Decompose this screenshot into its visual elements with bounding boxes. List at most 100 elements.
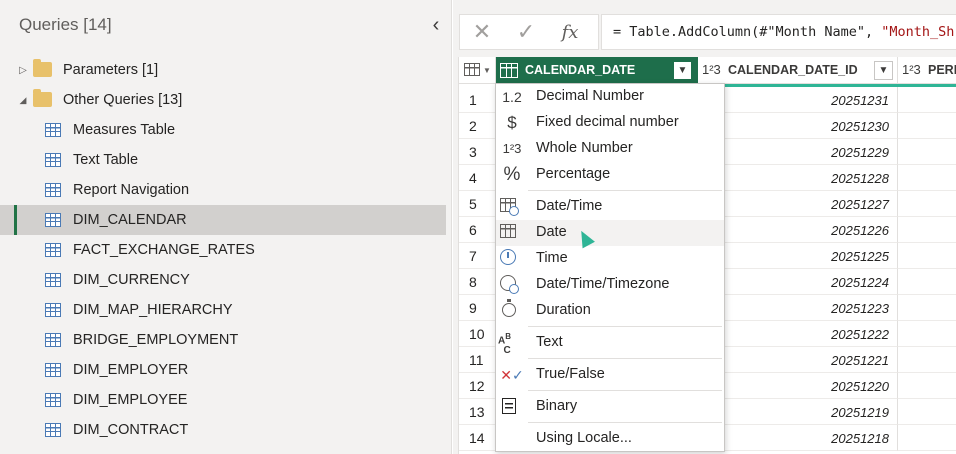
formula-input[interactable]: = Table.AddColumn(#"Month Name", "Month_… — [601, 14, 956, 50]
folder-label: Other Queries [13] — [63, 92, 183, 108]
query-item[interactable]: DIM_MAP_HIERARCHY — [0, 295, 446, 325]
menu-item-date-time[interactable]: Date/Time — [496, 194, 724, 220]
menu-item-label: Date/Time/Timezone — [536, 276, 670, 292]
query-label: Measures Table — [73, 122, 176, 138]
query-item[interactable]: DIM_EMPLOYEE — [0, 385, 446, 415]
menu-item-decimal-number[interactable]: 1.2 Decimal Number — [496, 84, 724, 110]
commit-icon[interactable]: ✓ — [504, 19, 548, 45]
period-cell[interactable] — [898, 243, 956, 269]
column-filter-button[interactable]: ▼ — [673, 61, 692, 80]
query-item[interactable]: BRIDGE_EMPLOYMENT — [0, 325, 446, 355]
menu-item-label: Date — [536, 224, 567, 240]
table-icon — [45, 333, 61, 347]
menu-divider — [528, 190, 722, 191]
row-number[interactable]: 1 — [459, 87, 496, 113]
calendar-date-id-cell: 20251227 — [831, 197, 889, 212]
folder-label: Parameters [1] — [63, 62, 159, 78]
folder-other-queries[interactable]: ◢ Other Queries [13] — [0, 85, 446, 115]
folder-icon — [33, 89, 52, 107]
column-name: PERI — [928, 63, 956, 77]
menu-item-label: Duration — [536, 302, 591, 318]
menu-item-date[interactable]: Date — [496, 220, 724, 246]
menu-item-fixed-decimal[interactable]: $ Fixed decimal number — [496, 110, 724, 136]
query-item[interactable]: DIM_CURRENCY — [0, 265, 446, 295]
row-number[interactable]: 10 — [459, 321, 496, 347]
menu-item-percentage[interactable]: % Percentage — [496, 162, 724, 188]
folder-parameters[interactable]: ▷ Parameters [1] — [0, 55, 446, 85]
dollar-icon: $ — [507, 113, 517, 132]
period-cell[interactable] — [898, 87, 956, 113]
menu-item-duration[interactable]: Duration — [496, 298, 724, 324]
period-cell[interactable] — [898, 113, 956, 139]
menu-item-date-time-timezone[interactable]: Date/Time/Timezone — [496, 272, 724, 298]
period-cell[interactable] — [898, 139, 956, 165]
whole-number-type-icon[interactable]: 1²3 — [702, 62, 721, 77]
collapse-caret-icon[interactable]: ◢ — [17, 95, 29, 106]
row-number[interactable]: 13 — [459, 399, 496, 425]
period-cell[interactable] — [898, 373, 956, 399]
period-cell[interactable] — [898, 165, 956, 191]
binary-icon — [502, 398, 516, 414]
row-number[interactable]: 14 — [459, 425, 496, 451]
query-label: DIM_EMPLOYEE — [73, 392, 188, 408]
column-header-period[interactable]: 1²3 PERI — [898, 57, 956, 84]
row-number[interactable]: 3 — [459, 139, 496, 165]
query-item[interactable]: Text Table — [0, 145, 446, 175]
whole-number-type-icon[interactable]: 1²3 — [902, 62, 921, 77]
cancel-icon[interactable]: ✕ — [460, 19, 504, 45]
row-number[interactable]: 4 — [459, 165, 496, 191]
period-cell[interactable] — [898, 269, 956, 295]
menu-item-text[interactable]: AB C Text — [496, 330, 724, 356]
menu-item-using-locale[interactable]: Using Locale... — [496, 426, 724, 452]
menu-item-true-false[interactable]: ✕✓ True/False — [496, 362, 724, 388]
table-icon — [45, 243, 61, 257]
expand-caret-icon[interactable]: ▷ — [17, 65, 29, 76]
menu-item-label: Date/Time — [536, 198, 603, 214]
period-cell[interactable] — [898, 399, 956, 425]
row-number[interactable]: 12 — [459, 373, 496, 399]
period-cell[interactable] — [898, 321, 956, 347]
query-item[interactable]: FACT_EXCHANGE_RATES — [0, 235, 446, 265]
row-number[interactable]: 9 — [459, 295, 496, 321]
menu-item-time[interactable]: Time — [496, 246, 724, 272]
column-filter-button[interactable]: ▼ — [874, 61, 893, 80]
calendar-date-id-cell: 20251228 — [831, 171, 889, 186]
collapse-pane-button[interactable]: ‹ — [426, 14, 446, 38]
column-name: CALENDAR_DATE_ID — [728, 63, 858, 77]
query-item[interactable]: DIM_EMPLOYER — [0, 355, 446, 385]
period-cell[interactable] — [898, 347, 956, 373]
period-cell[interactable] — [898, 191, 956, 217]
calendar-date-id-cell: 20251226 — [831, 223, 889, 238]
row-number[interactable]: 11 — [459, 347, 496, 373]
period-cell[interactable] — [898, 295, 956, 321]
query-item[interactable]: Measures Table — [0, 115, 446, 145]
menu-item-label: Fixed decimal number — [536, 114, 679, 130]
query-item-selected[interactable]: DIM_CALENDAR — [0, 205, 446, 235]
query-label: DIM_CURRENCY — [73, 272, 190, 288]
menu-item-binary[interactable]: Binary — [496, 394, 724, 420]
calendar-icon[interactable] — [500, 63, 518, 78]
menu-item-label: Time — [536, 250, 568, 266]
column-header-calendar-date-id[interactable]: 1²3 CALENDAR_DATE_ID ▼ — [698, 57, 898, 84]
row-number[interactable]: 7 — [459, 243, 496, 269]
row-number[interactable]: 6 — [459, 217, 496, 243]
row-number[interactable]: 2 — [459, 113, 496, 139]
query-item[interactable]: Report Navigation — [0, 175, 446, 205]
table-icon — [45, 183, 61, 197]
query-item[interactable]: DIM_CONTRACT — [0, 415, 446, 445]
column-header-calendar-date[interactable]: CALENDAR_DATE ▼ — [496, 57, 698, 84]
table-icon — [45, 393, 61, 407]
menu-item-label: Whole Number — [536, 140, 633, 156]
fx-icon[interactable]: fx — [548, 22, 592, 43]
calendar-date-id-cell: 20251230 — [831, 119, 889, 134]
chevron-down-icon: ▼ — [483, 66, 491, 75]
table-menu-button[interactable]: ▼ — [459, 57, 496, 84]
menu-item-whole-number[interactable]: 1²3 Whole Number — [496, 136, 724, 162]
row-number[interactable]: 5 — [459, 191, 496, 217]
period-cell[interactable] — [898, 217, 956, 243]
calendar-date-id-cell: 20251218 — [831, 431, 889, 446]
period-cell[interactable] — [898, 425, 956, 451]
calendar-date-id-cell: 20251225 — [831, 249, 889, 264]
column-name: CALENDAR_DATE — [525, 63, 636, 77]
row-number[interactable]: 8 — [459, 269, 496, 295]
